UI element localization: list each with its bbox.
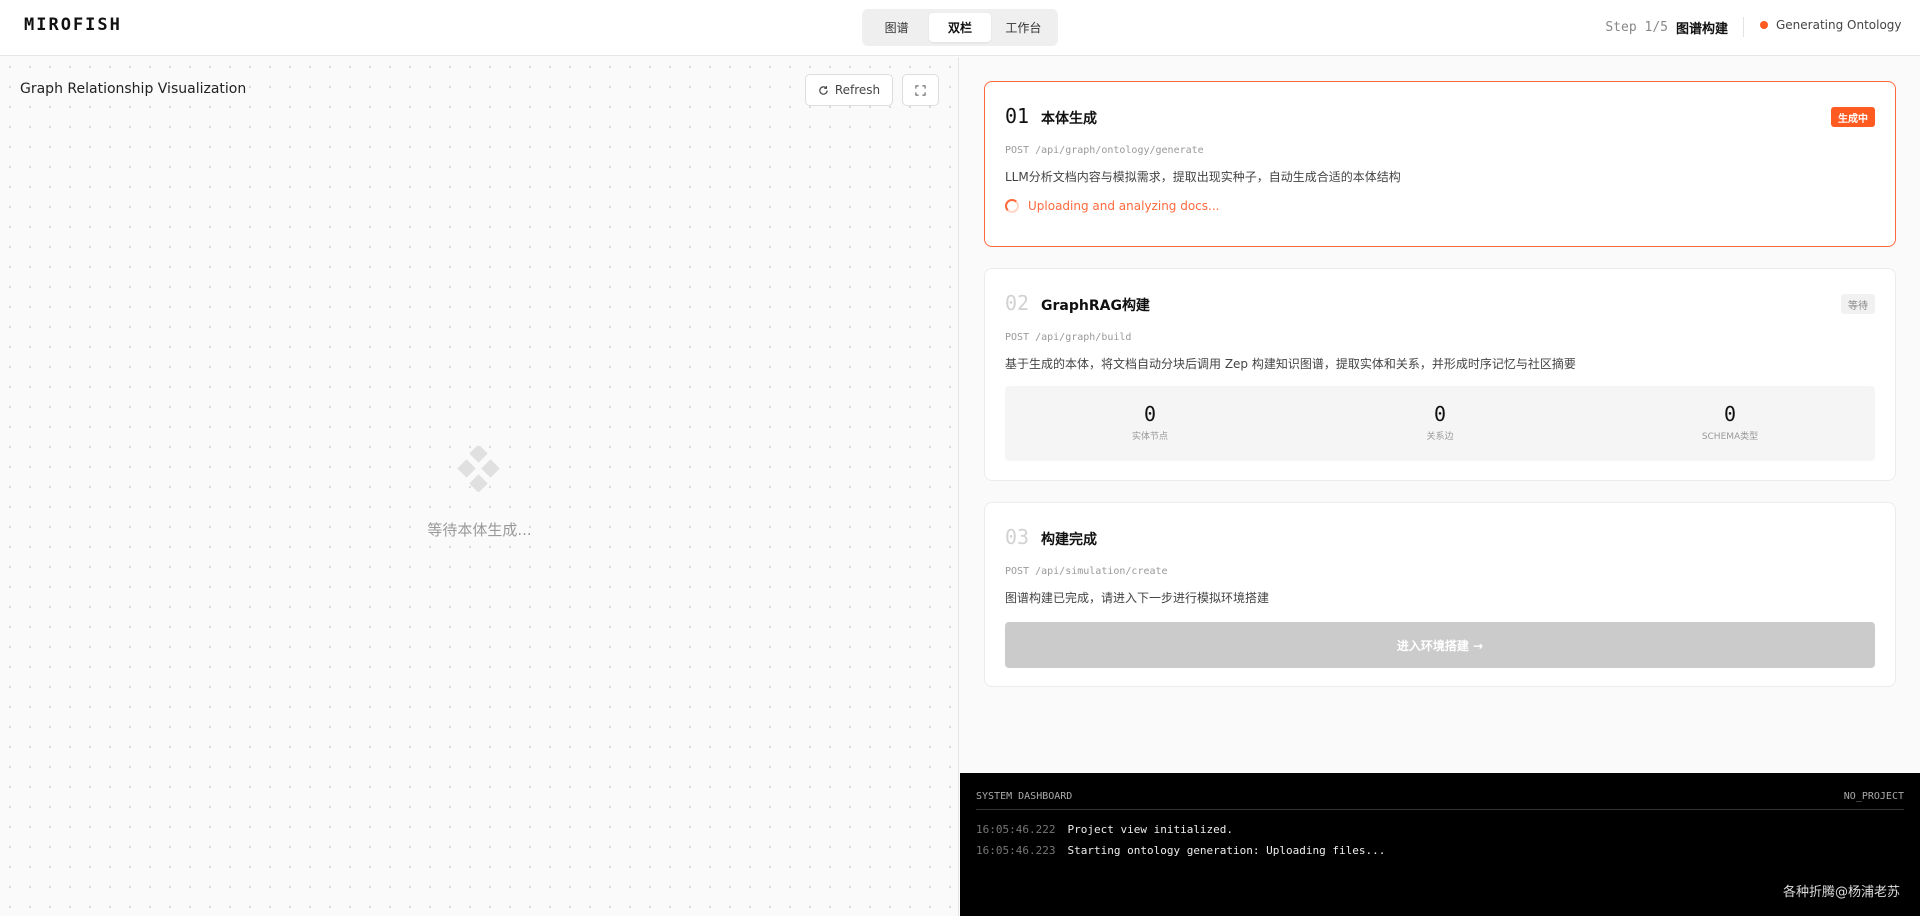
step-number: 01 [1005, 104, 1030, 128]
log-message: Starting ontology generation: Uploading … [1067, 844, 1386, 857]
refresh-button[interactable]: Refresh [805, 74, 893, 106]
step-number: 02 [1005, 291, 1030, 315]
step-title: 构建完成 [1041, 532, 1097, 548]
stat-value: 0 [1143, 402, 1157, 426]
stat-value: 0 [1723, 402, 1737, 426]
step-number: 03 [1005, 525, 1030, 549]
graph-placeholder-icon [457, 446, 500, 492]
stat-label: 关系边 [1426, 432, 1454, 442]
stat-label: SCHEMA类型 [1701, 432, 1759, 442]
log-time: 16:05:46.223 [976, 844, 1056, 857]
status-badge: 生成中 [1831, 107, 1875, 127]
step-progress: Uploading and analyzing docs... [1005, 199, 1219, 213]
tab-graph[interactable]: 图谱 [866, 13, 927, 42]
step-description: 基于生成的本体，将文档自动分块后调用 Zep 构建知识图谱，提取实体和关系，并形… [1005, 357, 1576, 371]
dashboard-title: SYSTEM DASHBOARD [976, 791, 1073, 802]
log-line: 16:05:46.223 Starting ontology generation… [976, 844, 1385, 857]
step-counter: Step 1/5 [1605, 20, 1668, 35]
steps-panel: 01 本体生成 生成中 POST /api/graph/ontology/gen… [960, 57, 1920, 773]
step-title: 本体生成 [1041, 111, 1097, 127]
log-line: 16:05:46.222 Project view initialized. [976, 823, 1233, 836]
log-time: 16:05:46.222 [976, 823, 1056, 836]
graph-stats: 0 实体节点 0 关系边 0 SCHEMA类型 [1005, 386, 1875, 461]
step-title: GraphRAG构建 [1041, 298, 1150, 314]
step-card-complete: 03 构建完成 POST /api/simulation/create 图谱构建… [984, 502, 1896, 687]
view-mode-switch: 图谱 双栏 工作台 [862, 9, 1058, 46]
stat-schema-types: 0 SCHEMA类型 [1585, 386, 1875, 461]
loading-spinner-icon [1005, 199, 1019, 213]
dashboard-header: SYSTEM DASHBOARD NO_PROJECT [976, 791, 1904, 810]
brand-logo[interactable]: MIROFISH [24, 15, 122, 35]
step-api: POST /api/simulation/create [1005, 566, 1168, 577]
tab-split[interactable]: 双栏 [929, 13, 991, 42]
step-indicator: Step 1/5 图谱构建 [1605, 18, 1728, 37]
header-divider [1743, 17, 1744, 37]
graph-empty-text: 等待本体生成... [427, 521, 532, 539]
step-api: POST /api/graph/ontology/generate [1005, 145, 1204, 156]
status-dot-icon [1760, 21, 1768, 29]
step-name: 图谱构建 [1675, 22, 1728, 37]
status-indicator: Generating Ontology [1760, 18, 1902, 32]
step-description: 图谱构建已完成，请进入下一步进行模拟环境搭建 [1005, 591, 1270, 605]
fullscreen-button[interactable] [902, 74, 939, 106]
watermark: 各种折腾@杨浦老苏 [1782, 885, 1900, 900]
stat-value: 0 [1433, 402, 1447, 426]
top-header: MIROFISH 图谱 双栏 工作台 Step 1/5 图谱构建 Generat… [0, 0, 1920, 56]
status-badge: 等待 [1841, 294, 1875, 314]
graph-panel-title: Graph Relationship Visualization [20, 81, 247, 97]
system-dashboard: SYSTEM DASHBOARD NO_PROJECT 16:05:46.222… [960, 773, 1920, 916]
step-description: LLM分析文档内容与模拟需求，提取出现实种子，自动生成合适的本体结构 [1005, 170, 1401, 184]
tab-workbench[interactable]: 工作台 [993, 13, 1054, 42]
step-card-ontology: 01 本体生成 生成中 POST /api/graph/ontology/gen… [984, 81, 1896, 247]
log-message: Project view initialized. [1067, 823, 1234, 836]
stat-relation-edges: 0 关系边 [1295, 386, 1585, 461]
step-card-graphrag: 02 GraphRAG构建 等待 POST /api/graph/build 基… [984, 268, 1896, 481]
step-api: POST /api/graph/build [1005, 332, 1132, 343]
refresh-icon [819, 85, 828, 95]
enter-environment-button[interactable]: 进入环境搭建 → [1005, 622, 1875, 668]
fullscreen-icon [915, 84, 926, 96]
graph-panel[interactable]: Graph Relationship Visualization Refresh… [0, 57, 959, 916]
status-text: Generating Ontology [1776, 18, 1902, 32]
refresh-label: Refresh [834, 83, 881, 97]
progress-text: Uploading and analyzing docs... [1028, 199, 1220, 213]
stat-label: 实体节点 [1131, 432, 1168, 442]
dashboard-project: NO_PROJECT [1843, 791, 1904, 802]
stat-entity-nodes: 0 实体节点 [1005, 386, 1295, 461]
